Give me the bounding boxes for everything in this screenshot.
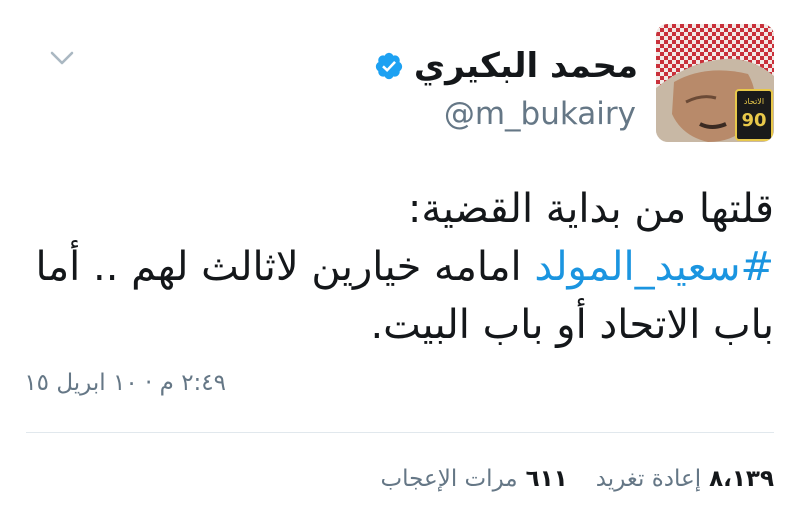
tweet-text: قلتها من بداية القضية: #سعيد_المولد امام… bbox=[22, 180, 774, 354]
verified-badge-icon bbox=[374, 51, 404, 81]
divider bbox=[26, 432, 774, 433]
tweet-line-3: باب الاتحاد أو باب البيت. bbox=[370, 302, 774, 348]
avatar-badge-text: 90 bbox=[741, 110, 766, 131]
likes-count: ٦١١ bbox=[525, 466, 568, 492]
chevron-down-icon[interactable] bbox=[44, 44, 80, 72]
svg-text:الاتحاد: الاتحاد bbox=[744, 97, 764, 106]
likes-label: مرات الإعجاب bbox=[380, 466, 518, 492]
display-name[interactable]: محمد البكيري bbox=[414, 44, 638, 88]
user-handle[interactable]: @m_bukairy bbox=[444, 94, 636, 134]
hashtag-link[interactable]: #سعيد_المولد bbox=[534, 244, 774, 290]
tweet-line-2: #سعيد_المولد امامه خيارين لاثالث لهم .. … bbox=[22, 238, 774, 296]
retweets-label: إعادة تغريد bbox=[595, 466, 702, 492]
user-name-row: محمد البكيري bbox=[374, 44, 638, 88]
avatar[interactable]: الاتحاد 90 bbox=[656, 24, 774, 142]
avatar-image: الاتحاد 90 bbox=[656, 24, 774, 142]
tweet-timestamp[interactable]: ٢:٤٩ م · ١٠ ابريل ١٥ bbox=[24, 367, 226, 399]
tweet-line-1: قلتها من بداية القضية: bbox=[407, 186, 774, 232]
tweet-stats: ٨،١٣٩ إعادة تغريد ٦١١ مرات الإعجاب bbox=[380, 462, 774, 496]
retweets-count: ٨،١٣٩ bbox=[709, 466, 774, 492]
tweet-card: الاتحاد 90 محمد البكيري @m_bukairy قلتها… bbox=[0, 0, 800, 524]
tweet-line-2-text: امامه خيارين لاثالث لهم .. أما bbox=[35, 244, 535, 290]
retweets-stat[interactable]: ٨،١٣٩ إعادة تغريد bbox=[596, 462, 774, 496]
likes-stat[interactable]: ٦١١ مرات الإعجاب bbox=[380, 462, 567, 496]
